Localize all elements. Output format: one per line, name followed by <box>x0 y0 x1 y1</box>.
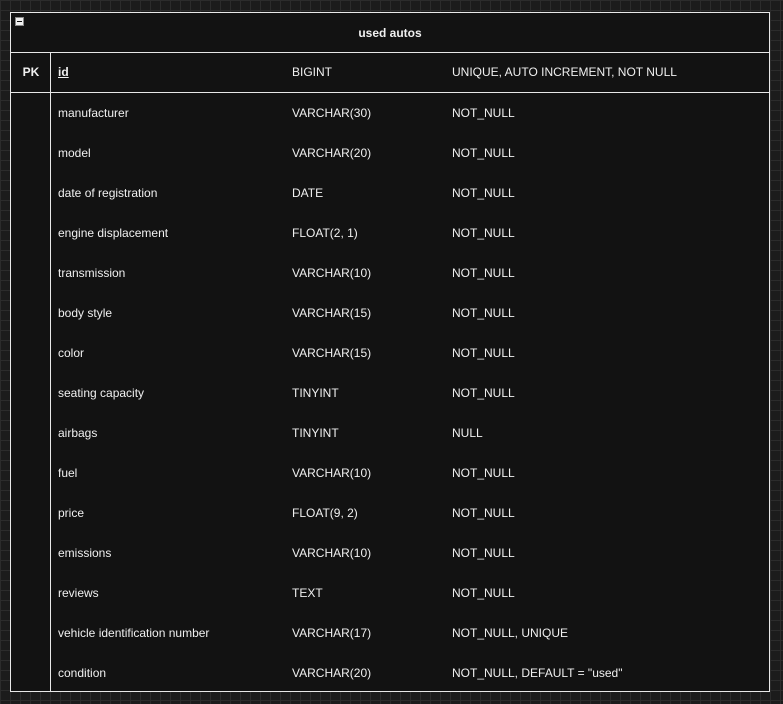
pk-field-name: id <box>58 65 69 79</box>
field-row[interactable]: reviews TEXT NOT_NULL <box>11 573 769 613</box>
field-row[interactable]: vehicle identification number VARCHAR(17… <box>11 613 769 653</box>
field-name: model <box>58 146 91 160</box>
field-type: VARCHAR(10) <box>292 466 372 480</box>
field-name: fuel <box>58 466 78 480</box>
field-row[interactable]: color VARCHAR(15) NOT_NULL <box>11 333 769 373</box>
field-name: engine displacement <box>58 226 169 240</box>
field-constraints: NOT_NULL <box>452 346 515 360</box>
field-row[interactable]: transmission VARCHAR(10) NOT_NULL <box>11 253 769 293</box>
field-name: manufacturer <box>58 106 129 120</box>
field-constraints: NOT_NULL <box>452 506 515 520</box>
field-name: airbags <box>58 426 98 440</box>
field-constraints: NOT_NULL <box>452 386 515 400</box>
pk-field-type: BIGINT <box>292 65 333 79</box>
field-constraints: NOT_NULL, UNIQUE <box>452 626 569 640</box>
field-constraints: NOT_NULL <box>452 586 515 600</box>
field-name: condition <box>58 666 107 680</box>
table-title: used autos <box>11 13 769 53</box>
field-constraints: NOT_NULL <box>452 146 515 160</box>
field-type: VARCHAR(20) <box>292 146 372 160</box>
field-row[interactable]: seating capacity TINYINT NOT_NULL <box>11 373 769 413</box>
field-constraints: NOT_NULL <box>452 546 515 560</box>
field-type: FLOAT(2, 1) <box>292 226 358 240</box>
primary-key-row[interactable]: PK id BIGINT UNIQUE, AUTO INCREMENT, NOT… <box>11 53 769 93</box>
field-constraints: NOT_NULL <box>452 266 515 280</box>
field-type: TEXT <box>292 586 323 600</box>
field-row[interactable]: fuel VARCHAR(10) NOT_NULL <box>11 453 769 493</box>
field-type: VARCHAR(10) <box>292 546 372 560</box>
field-name: vehicle identification number <box>58 626 210 640</box>
field-type: TINYINT <box>292 386 339 400</box>
field-row[interactable]: emissions VARCHAR(10) NOT_NULL <box>11 533 769 573</box>
field-type: FLOAT(9, 2) <box>292 506 358 520</box>
field-type: VARCHAR(30) <box>292 106 372 120</box>
field-type: VARCHAR(15) <box>292 306 372 320</box>
field-name: reviews <box>58 586 99 600</box>
field-constraints: NOT_NULL <box>452 106 515 120</box>
field-constraints: NOT_NULL <box>452 226 515 240</box>
field-type: TINYINT <box>292 426 339 440</box>
field-constraints: NOT_NULL, DEFAULT = "used" <box>452 666 623 680</box>
field-type: VARCHAR(15) <box>292 346 372 360</box>
field-row[interactable]: date of registration DATE NOT_NULL <box>11 173 769 213</box>
field-row[interactable]: body style VARCHAR(15) NOT_NULL <box>11 293 769 333</box>
field-constraints: NOT_NULL <box>452 306 515 320</box>
field-constraints: NOT_NULL <box>452 466 515 480</box>
field-row[interactable]: price FLOAT(9, 2) NOT_NULL <box>11 493 769 533</box>
table-entity-used-autos[interactable]: used autos PK id BIGINT UNIQUE, AUTO INC… <box>10 12 770 692</box>
field-type: VARCHAR(17) <box>292 626 372 640</box>
field-name: emissions <box>58 546 112 560</box>
field-row[interactable]: condition VARCHAR(20) NOT_NULL, DEFAULT … <box>11 653 769 693</box>
field-row[interactable]: model VARCHAR(20) NOT_NULL <box>11 133 769 173</box>
field-list: manufacturer VARCHAR(30) NOT_NULL model … <box>11 93 769 693</box>
field-row[interactable]: manufacturer VARCHAR(30) NOT_NULL <box>11 93 769 133</box>
field-name: body style <box>58 306 113 320</box>
field-type: VARCHAR(20) <box>292 666 372 680</box>
field-row[interactable]: airbags TINYINT NULL <box>11 413 769 453</box>
field-constraints: NOT_NULL <box>452 186 515 200</box>
pk-field-constraints: UNIQUE, AUTO INCREMENT, NOT NULL <box>452 65 677 79</box>
field-name: seating capacity <box>58 386 145 400</box>
field-name: color <box>58 346 85 360</box>
field-name: date of registration <box>58 186 158 200</box>
field-type: DATE <box>292 186 324 200</box>
field-row[interactable]: engine displacement FLOAT(2, 1) NOT_NULL <box>11 213 769 253</box>
field-name: price <box>58 506 85 520</box>
pk-label: PK <box>22 65 40 79</box>
field-name: transmission <box>58 266 126 280</box>
field-constraints: NULL <box>452 426 483 440</box>
field-type: VARCHAR(10) <box>292 266 372 280</box>
